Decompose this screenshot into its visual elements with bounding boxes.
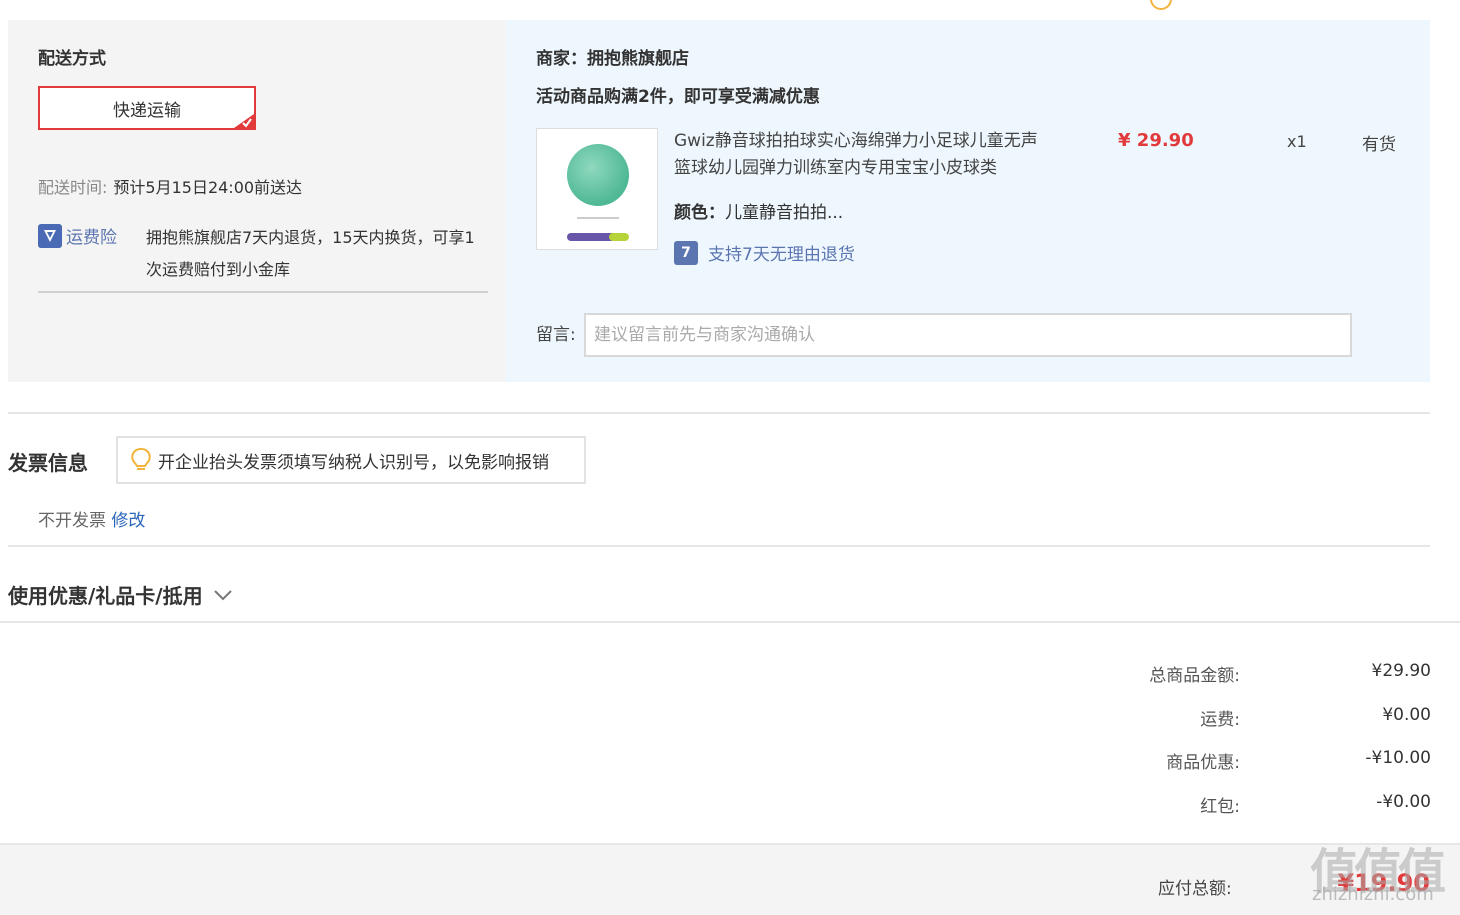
invoice-tip: 开企业抬头发票须填写纳税人识别号，以免影响报销 bbox=[116, 436, 586, 484]
invoice-status: 不开发票 修改 bbox=[38, 506, 145, 531]
delivery-time: 配送时间: 预计5月15日24:00前送达 bbox=[38, 174, 302, 198]
section-divider bbox=[0, 621, 1460, 623]
summary-value: -¥10.00 bbox=[1365, 748, 1431, 768]
stock-status: 有货 bbox=[1362, 135, 1396, 155]
insurance-text: 拥抱熊旗舰店7天内退货，15天内换货，可享1次运费赔付到小金库 bbox=[146, 228, 475, 279]
insurance-shield-icon bbox=[38, 223, 62, 248]
product-color: 颜色：儿童静音拍拍... bbox=[674, 198, 843, 223]
store-name: 商家：拥抱熊旗舰店 bbox=[536, 49, 689, 69]
summary-label: 运费: bbox=[1200, 710, 1240, 730]
product-price: ¥ 29.90 bbox=[1118, 130, 1194, 151]
product-image[interactable] bbox=[536, 128, 658, 250]
color-label: 颜色： bbox=[674, 203, 725, 223]
invoice-title: 发票信息 bbox=[8, 451, 88, 475]
summary-label: 总商品金额: bbox=[1149, 666, 1240, 686]
delivery-title: 配送方式 bbox=[38, 49, 106, 69]
shipping-method-express-button[interactable]: 快递运输 bbox=[38, 86, 256, 130]
coupon-title: 使用优惠/礼品卡/抵用 bbox=[8, 584, 203, 608]
summary-value: -¥0.00 bbox=[1376, 792, 1431, 812]
message-label: 留言: bbox=[536, 325, 576, 345]
invoice-edit-link[interactable]: 修改 bbox=[111, 511, 145, 531]
insurance-label: 运费险 bbox=[66, 228, 117, 248]
product-title-link[interactable]: Gwiz静音球拍拍球实心海绵弹力小足球儿童无声篮球幼儿园弹力训练室内专用宝宝小皮… bbox=[674, 128, 1054, 182]
return-policy[interactable]: 7 支持7天无理由退货 bbox=[674, 240, 855, 265]
promo-text: 活动商品购满2件，即可享受满减优惠 bbox=[536, 87, 820, 107]
shipping-method-label: 快递运输 bbox=[113, 100, 181, 121]
top-info-icon bbox=[1150, 0, 1172, 10]
total-label: 应付总额: bbox=[1158, 879, 1232, 899]
summary-value: ¥29.90 bbox=[1371, 661, 1431, 681]
delivery-divider bbox=[38, 291, 488, 293]
lightbulb-icon bbox=[131, 447, 151, 470]
return-policy-text: 支持7天无理由退货 bbox=[708, 245, 855, 265]
summary-label: 商品优惠: bbox=[1166, 753, 1240, 773]
product-quantity: x1 bbox=[1287, 132, 1307, 151]
color-value: 儿童静音拍拍... bbox=[725, 203, 844, 223]
shipping-insurance-badge[interactable]: 运费险 bbox=[38, 223, 117, 248]
coupon-toggle[interactable]: 使用优惠/礼品卡/抵用 bbox=[8, 580, 233, 609]
invoice-status-text: 不开发票 bbox=[38, 511, 106, 531]
selected-check-icon bbox=[234, 114, 254, 128]
chevron-down-icon bbox=[213, 589, 232, 600]
watermark-url: zhizhizhi.com bbox=[1312, 884, 1434, 905]
message-input[interactable] bbox=[584, 313, 1352, 357]
section-divider bbox=[8, 412, 1430, 414]
delivery-time-label: 配送时间: bbox=[38, 178, 108, 197]
delivery-time-value: 预计5月15日24:00前送达 bbox=[113, 178, 303, 197]
total-bar bbox=[0, 843, 1460, 915]
seven-day-return-icon: 7 bbox=[674, 240, 698, 265]
summary-label: 红包: bbox=[1200, 797, 1240, 817]
section-divider bbox=[8, 545, 1430, 547]
invoice-tip-text: 开企业抬头发票须填写纳税人识别号，以免影响报销 bbox=[158, 452, 549, 473]
summary-value: ¥0.00 bbox=[1382, 705, 1431, 725]
delivery-panel bbox=[8, 20, 506, 382]
